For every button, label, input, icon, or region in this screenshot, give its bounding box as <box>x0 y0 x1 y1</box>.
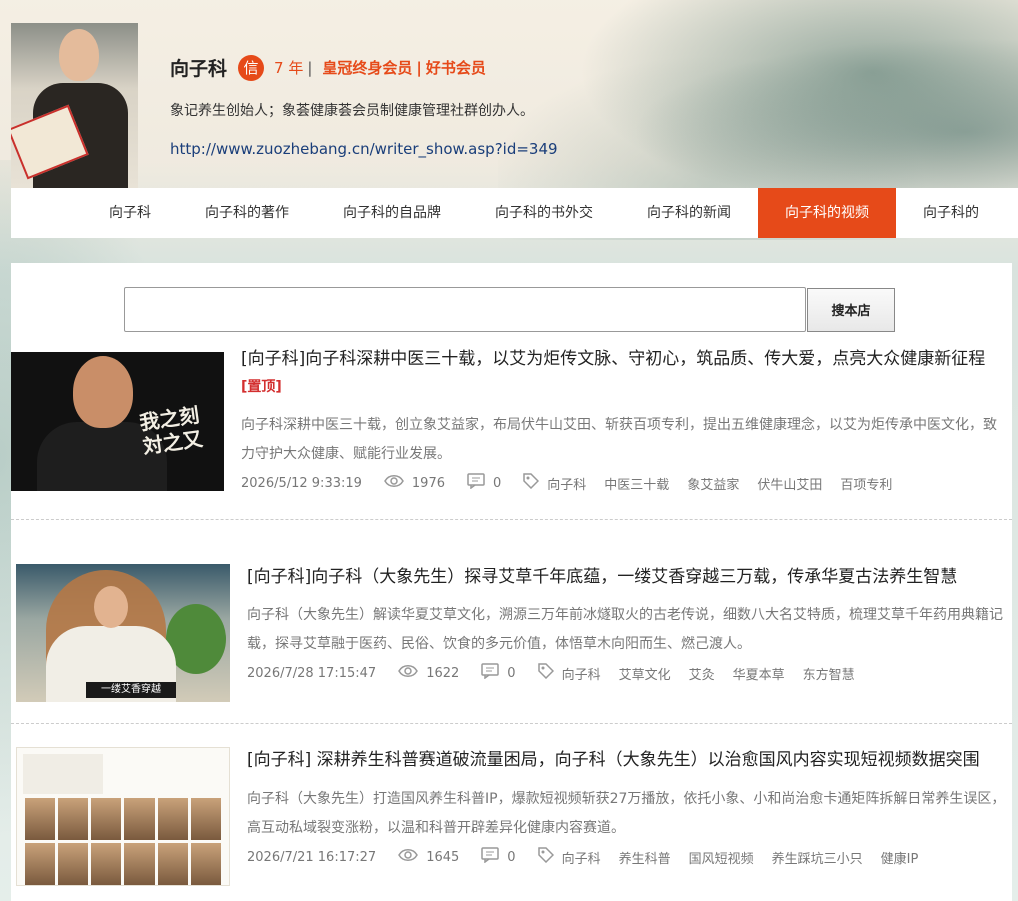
article-tag[interactable]: 百项专利 <box>840 474 892 493</box>
article-thumbnail[interactable]: 我之刻 対之又 <box>11 352 224 491</box>
article-thumbnail[interactable] <box>16 747 230 886</box>
comment-icon <box>467 473 485 493</box>
comment-count: 0 <box>507 849 516 865</box>
separator: | <box>416 58 422 77</box>
search-button[interactable]: 搜本店 <box>807 287 895 332</box>
nav-item-brand[interactable]: 向子科的自品牌 <box>316 188 468 238</box>
article-tag[interactable]: 养生科普 <box>619 848 671 867</box>
view-count: 1622 <box>426 665 460 681</box>
member-years: 7 年 <box>274 59 304 77</box>
pinned-label: [置顶] <box>241 379 282 395</box>
article-tag[interactable]: 向子科 <box>562 664 601 683</box>
author-name: 向子科 <box>170 58 228 80</box>
article-meta: 2026/7/21 16:17:27 1645 0 向子科 养生科普 国风短视频… <box>247 847 918 867</box>
eye-icon <box>398 664 419 682</box>
article-title[interactable]: [向子科]向子科（大象先生）探寻艾草千年底蕴，一缕艾香穿越三万载，传承华夏古法养… <box>247 564 1007 591</box>
search-input[interactable] <box>124 287 806 332</box>
article-tag[interactable]: 中医三十载 <box>604 474 669 493</box>
verified-badge-icon: 信 <box>238 54 265 81</box>
article-thumbnail[interactable]: 一缕艾香穿越 <box>16 564 230 702</box>
article-tag[interactable]: 养生踩坑三小只 <box>772 848 863 867</box>
article-tag[interactable]: 向子科 <box>547 474 586 493</box>
comment-count: 0 <box>507 665 516 681</box>
tag-icon <box>523 473 540 493</box>
member-level-crown[interactable]: 皇冠终身会员 <box>322 57 412 78</box>
article-divider <box>11 723 1012 724</box>
thumbnail-caption: 一缕艾香穿越 <box>86 682 176 698</box>
article-title[interactable]: [向子科] 深耕养生科普赛道破流量困局，向子科（大象先生）以治愈国风内容实现短视… <box>247 747 1012 774</box>
comment-icon <box>481 663 500 683</box>
article-tag[interactable]: 艾草文化 <box>619 664 671 683</box>
search-bar: 搜本店 <box>124 287 895 332</box>
article-date: 2026/7/28 17:15:47 <box>247 665 377 681</box>
tag-icon <box>537 663 554 683</box>
article-tag[interactable]: 象艾益家 <box>687 474 739 493</box>
article-tag[interactable]: 东方智慧 <box>803 664 855 683</box>
nav-item-home[interactable]: 向子科 <box>11 188 178 238</box>
view-count: 1976 <box>411 475 445 491</box>
author-nav: 向子科 向子科的著作 向子科的自品牌 向子科的书外交 向子科的新闻 向子科的视频… <box>11 188 1018 238</box>
comment-icon <box>481 847 500 867</box>
separator: | <box>307 58 313 77</box>
article-tag[interactable]: 健康IP <box>881 848 919 867</box>
eye-icon <box>398 848 419 866</box>
article-title[interactable]: [向子科]向子科深耕中医三十载，以艾为炬传文脉、守初心，筑品质、传大爱，点亮大众… <box>241 346 1001 401</box>
content-panel: 搜本店 我之刻 対之又 [向子科]向子科深耕中医三十载，以艾为炬传文脉、守初心，… <box>11 263 1012 901</box>
article-date: 2026/5/12 9:33:19 <box>241 475 362 491</box>
article-title-text[interactable]: [向子科]向子科深耕中医三十载，以艾为炬传文脉、守初心，筑品质、传大爱，点亮大众… <box>241 349 985 369</box>
author-profile: 向子科 信 7 年 | 皇冠终身会员 | 好书会员 象记养生创始人；象荟健康荟会… <box>11 23 1018 188</box>
article-tag[interactable]: 艾灸 <box>689 664 715 683</box>
article-tag[interactable]: 华夏本草 <box>733 664 785 683</box>
eye-icon <box>384 474 404 492</box>
tag-icon <box>537 847 554 867</box>
nav-item-more[interactable]: 向子科的 <box>896 188 1006 238</box>
nav-item-news[interactable]: 向子科的新闻 <box>620 188 758 238</box>
nav-item-works[interactable]: 向子科的著作 <box>178 188 316 238</box>
article-description: 向子科深耕中医三十载，创立象艾益家，布局伏牛山艾田、斩获百项专利，提出五维健康理… <box>241 417 997 462</box>
article-description: 向子科（大象先生）打造国风养生科普IP，爆款短视频斩获27万播放，依托小象、小和… <box>247 791 1006 836</box>
article-date: 2026/7/21 16:17:27 <box>247 849 377 865</box>
article-tag[interactable]: 向子科 <box>562 848 601 867</box>
article-divider <box>11 519 1012 520</box>
nav-item-book-diplomacy[interactable]: 向子科的书外交 <box>468 188 620 238</box>
article-meta: 2026/5/12 9:33:19 1976 0 向子科 中医三十载 象艾益家 … <box>241 473 892 493</box>
author-name-line: 向子科 信 7 年 | 皇冠终身会员 | 好书会员 <box>170 54 486 81</box>
nav-item-videos[interactable]: 向子科的视频 <box>758 188 896 238</box>
author-bio: 象记养生创始人；象荟健康荟会员制健康管理社群创办人。 <box>170 103 534 119</box>
article-tag[interactable]: 国风短视频 <box>689 848 754 867</box>
author-url-link[interactable]: http://www.zuozhebang.cn/writer_show.asp… <box>170 140 558 158</box>
view-count: 1645 <box>426 849 460 865</box>
article-description: 向子科（大象先生）解读华夏艾草文化，溯源三万年前冰燧取火的古老传说，细数八大名艾… <box>247 607 1003 652</box>
article-tag[interactable]: 伏牛山艾田 <box>757 474 822 493</box>
comment-count: 0 <box>493 475 502 491</box>
thumbnail-caption: 我之刻 対之又 <box>138 402 205 459</box>
member-level-book[interactable]: 好书会员 <box>426 57 486 78</box>
article-meta: 2026/7/28 17:15:47 1622 0 向子科 艾草文化 艾灸 华夏… <box>247 663 855 683</box>
author-avatar[interactable] <box>11 23 138 188</box>
